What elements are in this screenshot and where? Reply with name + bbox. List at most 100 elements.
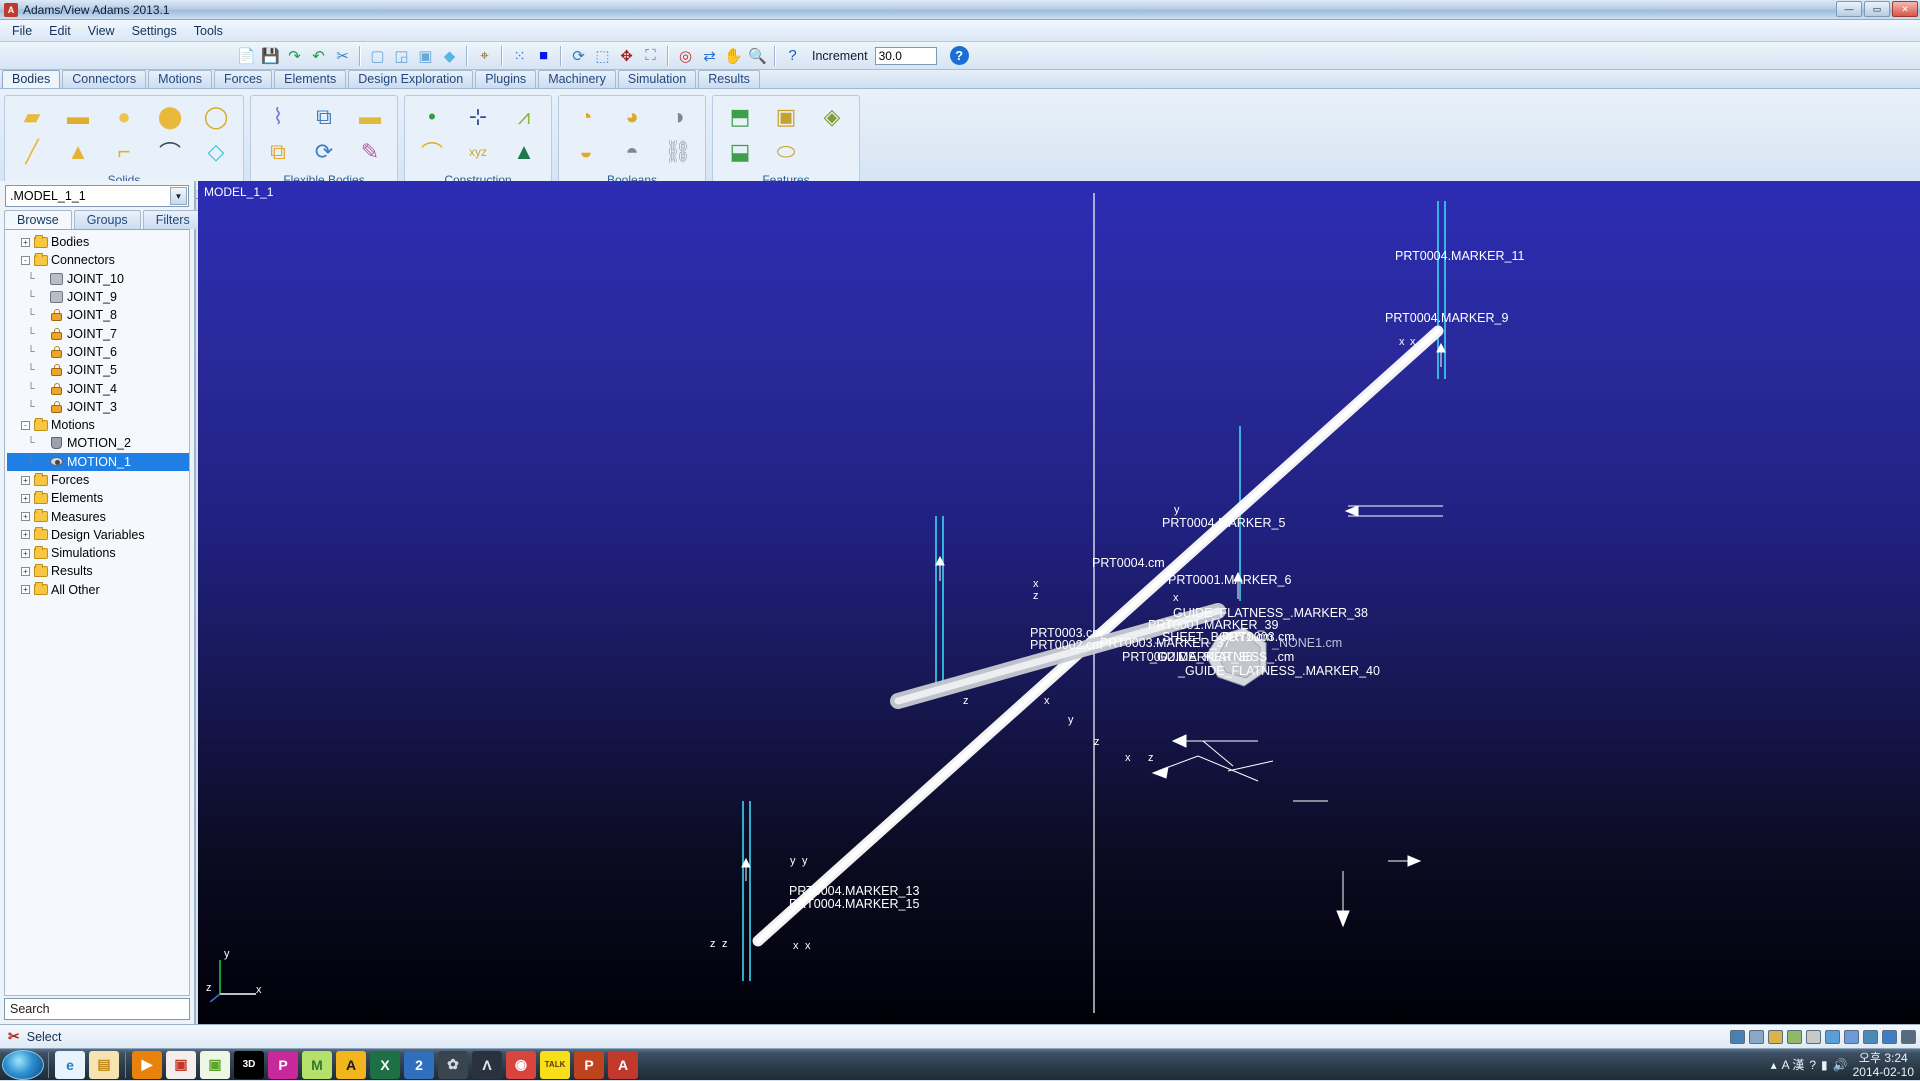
- feature-chamfer-icon[interactable]: ⬓: [717, 135, 763, 168]
- create-flexible-body-icon[interactable]: ⌇: [255, 100, 301, 133]
- tray-help-icon[interactable]: ?: [1809, 1058, 1816, 1072]
- 3d-viewport[interactable]: MODEL_1_1: [198, 181, 1920, 1024]
- rigid-to-flex-icon[interactable]: ⧉: [301, 100, 347, 133]
- notes-icon[interactable]: 2: [404, 1051, 434, 1079]
- ime-indicator[interactable]: A 漢: [1782, 1056, 1805, 1073]
- adams-icon[interactable]: A: [608, 1051, 638, 1079]
- browser-tab-filters[interactable]: Filters: [143, 210, 203, 229]
- rigid-body-bracket-icon[interactable]: ⌐: [101, 135, 147, 168]
- tree-item-joint_6[interactable]: └JOINT_6: [7, 343, 189, 361]
- menu-tools[interactable]: Tools: [186, 22, 231, 40]
- edit-flexible-body-icon[interactable]: ✎: [347, 135, 393, 168]
- select-objects-icon[interactable]: ⬚: [592, 45, 613, 66]
- shield-icon[interactable]: [1863, 1030, 1878, 1044]
- tree-item-motion_1[interactable]: └MOTION_1: [7, 453, 189, 471]
- boolean-split-icon[interactable]: ◓: [609, 135, 655, 168]
- excel-icon[interactable]: X: [370, 1051, 400, 1079]
- menu-settings[interactable]: Settings: [124, 22, 185, 40]
- boolean-chain-icon[interactable]: ⛓: [655, 135, 701, 168]
- tree-item-joint_9[interactable]: └JOINT_9: [7, 288, 189, 306]
- boolean-cut-icon[interactable]: ◒: [563, 135, 609, 168]
- expand-icon[interactable]: +: [21, 494, 30, 503]
- help-icon[interactable]: ?: [782, 45, 803, 66]
- tree-item-joint_8[interactable]: └JOINT_8: [7, 306, 189, 324]
- tree-item-forces[interactable]: +Forces: [7, 471, 189, 489]
- search-input[interactable]: Search: [4, 998, 190, 1020]
- tree-item-joint_10[interactable]: └JOINT_10: [7, 270, 189, 288]
- tray-network-icon[interactable]: ▮: [1821, 1058, 1828, 1072]
- boolean-unite-icon[interactable]: ◔: [563, 100, 609, 133]
- tree-item-connectors[interactable]: -Connectors: [7, 251, 189, 269]
- rigid-body-arc-icon[interactable]: ⌒: [147, 135, 193, 168]
- tools-icon[interactable]: ✂: [332, 45, 353, 66]
- undo-icon[interactable]: ↶: [308, 45, 329, 66]
- fit-view-icon[interactable]: ✥: [616, 45, 637, 66]
- new-file-icon[interactable]: 📄: [236, 45, 257, 66]
- model-selector[interactable]: .MODEL_1_1 ▼: [5, 185, 189, 207]
- menu-view[interactable]: View: [80, 22, 123, 40]
- expand-icon[interactable]: +: [21, 585, 30, 594]
- panel-icon[interactable]: [1787, 1030, 1802, 1044]
- browser-tab-browse[interactable]: Browse: [4, 210, 72, 229]
- center-target-icon[interactable]: ◎: [675, 45, 696, 66]
- expand-icon[interactable]: +: [21, 238, 30, 247]
- rigid-body-sphere-icon[interactable]: ●: [101, 100, 147, 133]
- feature-fillet-icon[interactable]: ◈: [809, 100, 855, 133]
- rigid-body-plate-icon[interactable]: ▲: [55, 135, 101, 168]
- feature-hollow-icon[interactable]: ▣: [763, 100, 809, 133]
- settings-icon[interactable]: ✿: [438, 1051, 468, 1079]
- kakaotalk-icon[interactable]: TALK: [540, 1051, 570, 1079]
- start-orb-icon[interactable]: [2, 1050, 44, 1080]
- front-view-icon[interactable]: ▢: [367, 45, 388, 66]
- construction-arc-icon[interactable]: ⌒: [409, 135, 455, 168]
- pan-hand-icon[interactable]: ✋: [723, 45, 744, 66]
- ribbon-tab-connectors[interactable]: Connectors: [62, 70, 146, 88]
- close-button[interactable]: ✕: [1892, 1, 1918, 17]
- construction-spline-icon[interactable]: ⩘: [501, 100, 547, 133]
- catia-icon[interactable]: 3D: [234, 1051, 264, 1079]
- zoom-icon[interactable]: 🔍: [747, 45, 768, 66]
- rigid-body-plane-icon[interactable]: ◇: [193, 135, 239, 168]
- ribbon-tab-design-exploration[interactable]: Design Exploration: [348, 70, 473, 88]
- info-icon[interactable]: [1882, 1030, 1897, 1044]
- rotate-icon[interactable]: ⇄: [699, 45, 720, 66]
- rigid-body-frustum-icon[interactable]: ⬤: [147, 100, 193, 133]
- boolean-merge-icon[interactable]: ◕: [609, 100, 655, 133]
- increment-input[interactable]: 30.0: [875, 47, 937, 65]
- dot-icon[interactable]: [1825, 1030, 1840, 1044]
- panel-icon[interactable]: [1768, 1030, 1783, 1044]
- rigid-body-extrusion-icon[interactable]: ▬: [55, 100, 101, 133]
- expand-icon[interactable]: +: [21, 512, 30, 521]
- expand-icon[interactable]: +: [21, 476, 30, 485]
- ribbon-tab-machinery[interactable]: Machinery: [538, 70, 616, 88]
- tree-item-joint_4[interactable]: └JOINT_4: [7, 379, 189, 397]
- feature-extrude-icon[interactable]: ⬒: [717, 100, 763, 133]
- tree-item-motions[interactable]: -Motions: [7, 416, 189, 434]
- side-view-icon[interactable]: ▣: [415, 45, 436, 66]
- chrome-icon[interactable]: ◉: [506, 1051, 536, 1079]
- proe-icon[interactable]: P: [268, 1051, 298, 1079]
- boolean-intersect-icon[interactable]: ◑: [655, 100, 701, 133]
- tray-volume-icon[interactable]: 🔊: [1833, 1058, 1848, 1072]
- flex-to-flex-icon[interactable]: ⟳: [301, 135, 347, 168]
- rigid-body-box-icon[interactable]: ▰: [9, 100, 55, 133]
- render-shaded-icon[interactable]: ◆: [439, 45, 460, 66]
- tree-item-design-variables[interactable]: +Design Variables: [7, 526, 189, 544]
- ribbon-tab-bodies[interactable]: Bodies: [2, 70, 60, 88]
- construction-marker-icon[interactable]: ⊹: [455, 100, 501, 133]
- expand-icon[interactable]: +: [21, 530, 30, 539]
- grid-points-icon[interactable]: ⁙: [509, 45, 530, 66]
- tree-item-bodies[interactable]: +Bodies: [7, 233, 189, 251]
- tree-item-joint_3[interactable]: └JOINT_3: [7, 398, 189, 416]
- chevron-icon[interactable]: [1901, 1030, 1916, 1044]
- collapse-icon[interactable]: -: [21, 256, 30, 265]
- tray-chevron-icon[interactable]: ▴: [1771, 1058, 1777, 1072]
- minimize-button[interactable]: —: [1836, 1, 1862, 17]
- maximize-button[interactable]: ▭: [1864, 1, 1890, 17]
- tree-item-results[interactable]: +Results: [7, 562, 189, 580]
- panel-icon[interactable]: [1730, 1030, 1745, 1044]
- mon-icon[interactable]: M: [302, 1051, 332, 1079]
- ribbon-tab-elements[interactable]: Elements: [274, 70, 346, 88]
- tree-item-motion_2[interactable]: └MOTION_2: [7, 434, 189, 452]
- zoom-box-icon[interactable]: ⛶: [640, 45, 661, 66]
